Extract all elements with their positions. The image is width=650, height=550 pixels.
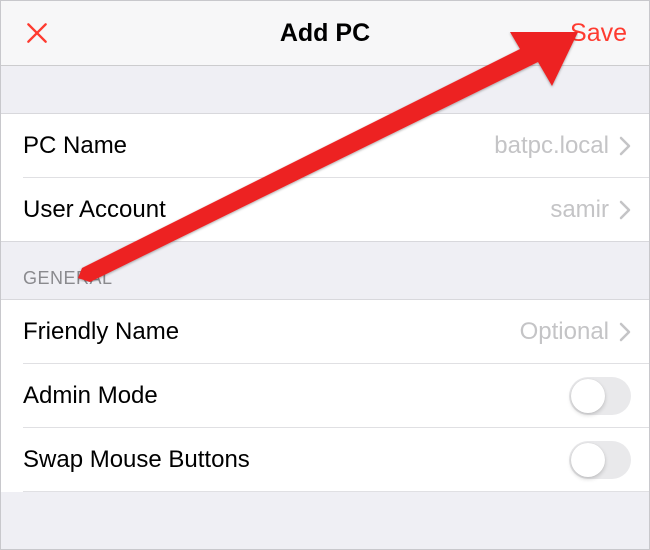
user-account-row[interactable]: User Account samir: [1, 178, 649, 242]
chevron-right-icon: [619, 322, 631, 342]
general-group: Friendly Name Optional Admin Mode Swap M…: [1, 300, 649, 492]
chevron-right-icon: [619, 200, 631, 220]
close-icon: [24, 20, 50, 46]
swap-mouse-row: Swap Mouse Buttons: [1, 428, 649, 492]
chevron-right-icon: [619, 136, 631, 156]
pc-name-row[interactable]: PC Name batpc.local: [1, 114, 649, 178]
swap-mouse-toggle[interactable]: [569, 441, 631, 479]
friendly-name-row[interactable]: Friendly Name Optional: [1, 300, 649, 364]
general-section-header: GENERAL: [1, 242, 649, 300]
save-button[interactable]: Save: [570, 19, 627, 48]
pc-name-label: PC Name: [23, 132, 494, 160]
swap-mouse-label: Swap Mouse Buttons: [23, 446, 569, 474]
spacer: [1, 66, 649, 114]
user-account-value: samir: [550, 196, 609, 224]
add-pc-screen: Add PC Save PC Name batpc.local User Acc…: [0, 0, 650, 550]
close-button[interactable]: [23, 19, 51, 47]
friendly-name-label: Friendly Name: [23, 318, 520, 346]
page-title: Add PC: [280, 19, 370, 48]
admin-mode-toggle[interactable]: [569, 377, 631, 415]
admin-mode-row: Admin Mode: [1, 364, 649, 428]
pc-name-value: batpc.local: [494, 132, 609, 160]
toggle-knob: [571, 443, 605, 477]
friendly-name-value: Optional: [520, 318, 609, 346]
navbar: Add PC Save: [1, 1, 649, 66]
admin-mode-label: Admin Mode: [23, 382, 569, 410]
user-account-label: User Account: [23, 196, 550, 224]
toggle-knob: [571, 379, 605, 413]
connection-group: PC Name batpc.local User Account samir: [1, 114, 649, 242]
